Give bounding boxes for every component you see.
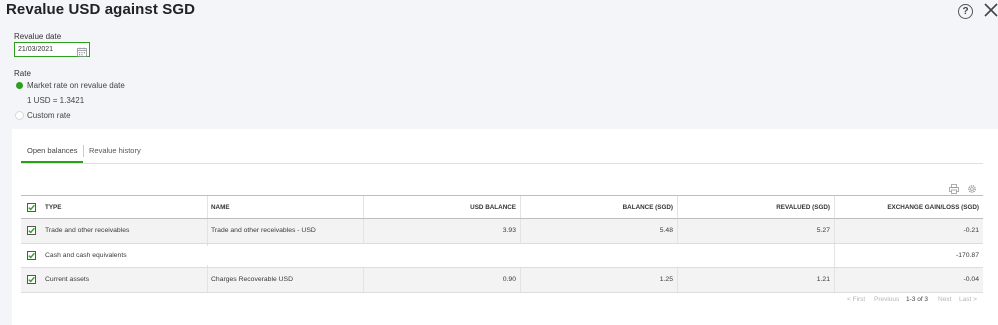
column-header-type[interactable]: TYPE (41, 196, 207, 218)
revalue-date-label: Revalue date (14, 32, 62, 41)
market-rate-option-label[interactable]: Market rate on revalue date (27, 81, 125, 90)
pager-previous[interactable]: Previous (874, 296, 899, 303)
cell-type: Trade and other receivables (45, 227, 130, 235)
revalue-date-input[interactable] (18, 44, 72, 55)
row-checkbox[interactable] (26, 250, 36, 260)
table-header-row: TYPE NAME USD BALANCE BALANCE (SGD) REVA… (21, 195, 983, 219)
cell-name: Charges Recoverable USD (211, 276, 293, 284)
pager-next[interactable]: Next (938, 296, 951, 303)
row-checkbox[interactable] (26, 226, 36, 236)
help-circle-icon[interactable]: ? (958, 4, 973, 19)
column-header-balance-sgd[interactable]: BALANCE (SGD) (520, 196, 677, 218)
close-icon[interactable] (983, 2, 998, 18)
column-header-gain-loss[interactable]: EXCHANGE GAIN/LOSS (SGD) (834, 196, 983, 218)
open-balances-panel: Open balances Revalue history TYPE NAME (12, 129, 998, 325)
tab-separator (83, 145, 84, 157)
column-header-revalued-sgd[interactable]: REVALUED (SGD) (677, 196, 834, 218)
gear-icon[interactable] (967, 181, 977, 193)
cell-gain-loss: -0.21 (963, 227, 980, 235)
open-balances-table: TYPE NAME USD BALANCE BALANCE (SGD) REVA… (21, 195, 983, 293)
cell-revalued-sgd: 1.21 (816, 276, 830, 284)
cell-gain-loss: -0.04 (963, 276, 980, 284)
tab-divider (21, 163, 983, 164)
cell-revalued-sgd: 5.27 (816, 227, 830, 235)
select-all-checkbox[interactable] (26, 202, 36, 212)
pager-range: 1-3 of 3 (906, 296, 929, 303)
row-checkbox-cell[interactable] (21, 219, 41, 243)
calendar-icon[interactable] (77, 44, 87, 57)
row-checkbox[interactable] (26, 275, 36, 285)
select-all-cell[interactable] (21, 196, 41, 218)
printer-icon[interactable] (949, 181, 959, 194)
market-rate-value: 1 USD = 1.3421 (27, 96, 85, 105)
cell-balance-sgd: 1.25 (659, 276, 673, 284)
cell-type: Cash and cash equivalents (45, 251, 127, 259)
pager-last[interactable]: Last > (959, 296, 977, 303)
cell-balance-sgd: 5.48 (659, 227, 673, 235)
column-header-usd-balance[interactable]: USD BALANCE (363, 196, 520, 218)
row-checkbox-cell[interactable] (21, 268, 41, 292)
pager-first[interactable]: < First (847, 296, 865, 303)
cell-type: Current assets (45, 276, 90, 284)
dialog-title: Revalue USD against SGD (6, 1, 196, 18)
revalue-date-field[interactable] (14, 42, 90, 57)
cell-usd-balance: 0.90 (502, 276, 516, 284)
empty-cell-area (207, 245, 834, 265)
tab-revalue-history[interactable]: Revalue history (89, 146, 141, 155)
column-header-name[interactable]: NAME (207, 196, 363, 218)
row-checkbox-cell[interactable] (21, 244, 41, 268)
table-row[interactable]: Trade and other receivables Trade and ot… (21, 219, 983, 244)
cell-gain-loss: -170.87 (955, 251, 979, 259)
rate-label: Rate (14, 69, 31, 78)
custom-rate-radio[interactable] (15, 111, 24, 120)
cell-name: Trade and other receivables - USD (211, 227, 316, 235)
table-row[interactable]: Cash and cash equivalents -170.87 (21, 243, 983, 268)
cell-usd-balance: 3.93 (502, 227, 516, 235)
table-row[interactable]: Current assets Charges Recoverable USD 0… (21, 268, 983, 293)
market-rate-radio[interactable] (16, 82, 23, 89)
tab-open-balances[interactable]: Open balances (27, 146, 77, 155)
custom-rate-option-label[interactable]: Custom rate (27, 111, 71, 120)
